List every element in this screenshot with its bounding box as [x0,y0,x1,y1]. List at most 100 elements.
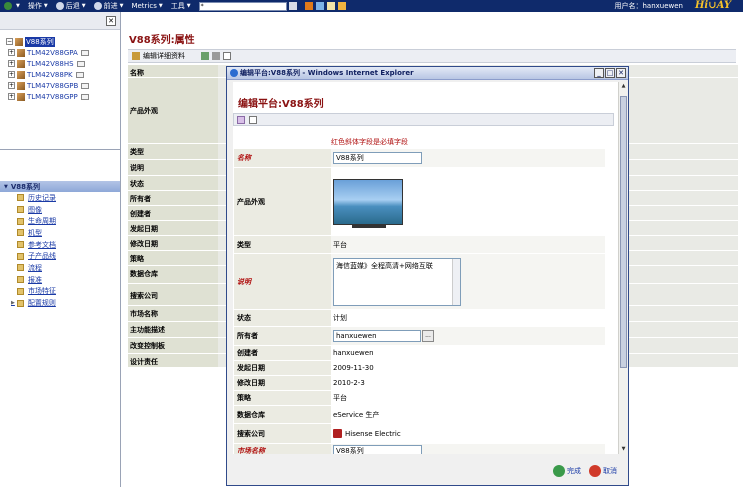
nav-item-process[interactable]: 流程 [0,262,120,274]
expand-icon[interactable]: + [8,71,15,78]
ie-icon [230,69,238,77]
nav-section-title[interactable]: ▼ V88系列 [0,181,120,192]
tree-item[interactable]: + TLM42V88HS [6,58,120,69]
help-icon[interactable] [249,115,257,124]
tree-item[interactable]: + TLM47V88GPB [6,80,120,91]
small-icon [75,71,84,78]
back-button[interactable]: 后退 ▼ [55,1,86,11]
nav-item-approval[interactable]: 报准 [0,274,120,286]
close-button[interactable]: ✕ [616,68,626,78]
document-icon[interactable] [326,2,335,10]
expand-icon[interactable]: + [8,93,15,100]
nav-item-models[interactable]: 机型 [0,227,120,239]
table-icon[interactable] [201,52,209,60]
folder-icon [17,252,24,260]
export-icon[interactable] [337,2,346,10]
cube-icon [17,59,25,68]
forward-button[interactable]: 前进 ▼ [93,1,124,11]
nav-item-config-rules[interactable]: ▶ 配置规则 [0,297,120,309]
textarea-scrollbar[interactable] [452,258,460,305]
modal-body: 编辑平台:V88系列 红色斜体字段是必填字段 名称 产品外观 类型 平台 说明 [233,82,622,454]
pin-icon[interactable]: ✕ [106,16,116,26]
modal-toolbar [233,113,614,126]
tools-button[interactable]: 工具 ▼ [171,1,191,11]
nav-item-lifecycle[interactable]: 生命周期 [0,215,120,227]
product-image [333,178,403,228]
nav-item-reference-docs[interactable]: 参考文档 [0,239,120,251]
form-row-start-date: 发起日期 2009-11-30 [234,361,605,376]
nav-item-market-features[interactable]: 市场特征 [0,286,120,298]
chevron-down-icon: ▼ [4,183,8,190]
tree-root[interactable]: − V88系列 [6,36,120,47]
description-textarea[interactable]: 海信蓝媒》全程高清+网络互联 [333,257,461,306]
cancel-button[interactable]: 取消 [589,465,617,477]
spellcheck-icon[interactable] [237,115,245,124]
cube-icon [17,48,25,57]
done-button[interactable]: 完成 [553,465,581,477]
folder-icon [17,287,24,295]
nav-item-history[interactable]: 历史记录 [0,192,120,204]
folder-icon [17,229,24,237]
folder-icon [17,194,24,202]
search-go-icon[interactable] [288,2,297,10]
page-title: V88系列:属性 [129,35,195,46]
small-icon [80,93,89,100]
top-toolbar: ▼ 操作 ▼ 后退 ▼ 前进 ▼ Metrics ▼ 工具 ▼ * 用户名：hanxuew… [0,0,743,13]
cube-icon [15,37,23,46]
print-icon[interactable] [212,52,220,60]
window-titlebar[interactable]: 编辑平台:V88系列 - Windows Internet Explorer _… [227,67,628,80]
operation-button[interactable]: 操作 ▼ [28,1,48,11]
expand-icon[interactable]: + [8,82,15,89]
browse-owner-button[interactable]: ... [422,330,434,342]
collapse-icon[interactable]: − [6,38,13,45]
owner-input[interactable] [333,330,421,342]
main-toolbar: 编辑详细资料 [128,49,736,63]
form-row-type: 类型 平台 [234,236,605,254]
folder-icon [17,276,24,284]
expand-icon[interactable]: + [8,60,15,67]
people-icon[interactable] [304,2,313,10]
modal-heading: 编辑平台:V88系列 [238,99,324,110]
modal-scrollbar[interactable]: ▲ ▼ [618,82,627,454]
cube-icon [17,70,25,79]
scroll-up-icon[interactable]: ▲ [619,82,628,91]
small-icon [81,82,90,89]
chevron-down-icon: ▼ [43,3,48,9]
folder-icon [17,264,24,272]
edit-platform-window: 编辑平台:V88系列 - Windows Internet Explorer _… [226,66,629,486]
maximize-button[interactable]: □ [605,68,615,78]
edit-icon[interactable] [132,52,140,60]
chevron-down-icon: ▼ [186,3,191,9]
tree-item[interactable]: + TLM42V88GPA [6,47,120,58]
market-name-input[interactable] [333,444,422,454]
back-arrow-icon [55,2,64,10]
form-row-owner: 所有者 ... [234,327,605,346]
folder-icon [17,217,24,225]
name-input[interactable] [333,152,422,164]
tree-item[interactable]: + TLM47V88GPP [6,91,120,102]
expand-icon[interactable]: + [8,49,15,56]
left-panel-toolbar: ✕ [0,12,120,30]
refresh-icon[interactable] [315,2,324,10]
help-icon[interactable] [223,52,231,60]
search-input[interactable]: * [198,1,287,11]
operation-menu[interactable]: ▼ [4,2,20,10]
forward-arrow-icon [93,2,102,10]
metrics-button[interactable]: Metrics ▼ [131,2,162,10]
cancel-icon [589,465,601,477]
nav-item-sub-product-lines[interactable]: 子产品线 [0,250,120,262]
window-controls: _ □ ✕ [593,68,626,78]
edit-form: 名称 产品外观 类型 平台 说明 海信蓝媒》全程高清+网络互联 [234,149,605,454]
nav-item-images[interactable]: 图像 [0,204,120,216]
form-row-creator: 创建者 hanxuewen [234,346,605,361]
form-row-market: 市场名称 [234,444,605,454]
chevron-down-icon: ▼ [119,3,124,9]
minimize-button[interactable]: _ [594,68,604,78]
edit-details-button[interactable]: 编辑详细资料 [143,51,185,61]
expand-arrow-icon[interactable]: ▶ [11,300,15,306]
tree-item[interactable]: + TLM42V88PK [6,69,120,80]
scrollbar-thumb[interactable] [620,96,627,368]
scroll-down-icon[interactable]: ▼ [619,445,628,454]
folder-icon [16,299,24,307]
form-row-modify-date: 修改日期 2010-2-3 [234,376,605,391]
